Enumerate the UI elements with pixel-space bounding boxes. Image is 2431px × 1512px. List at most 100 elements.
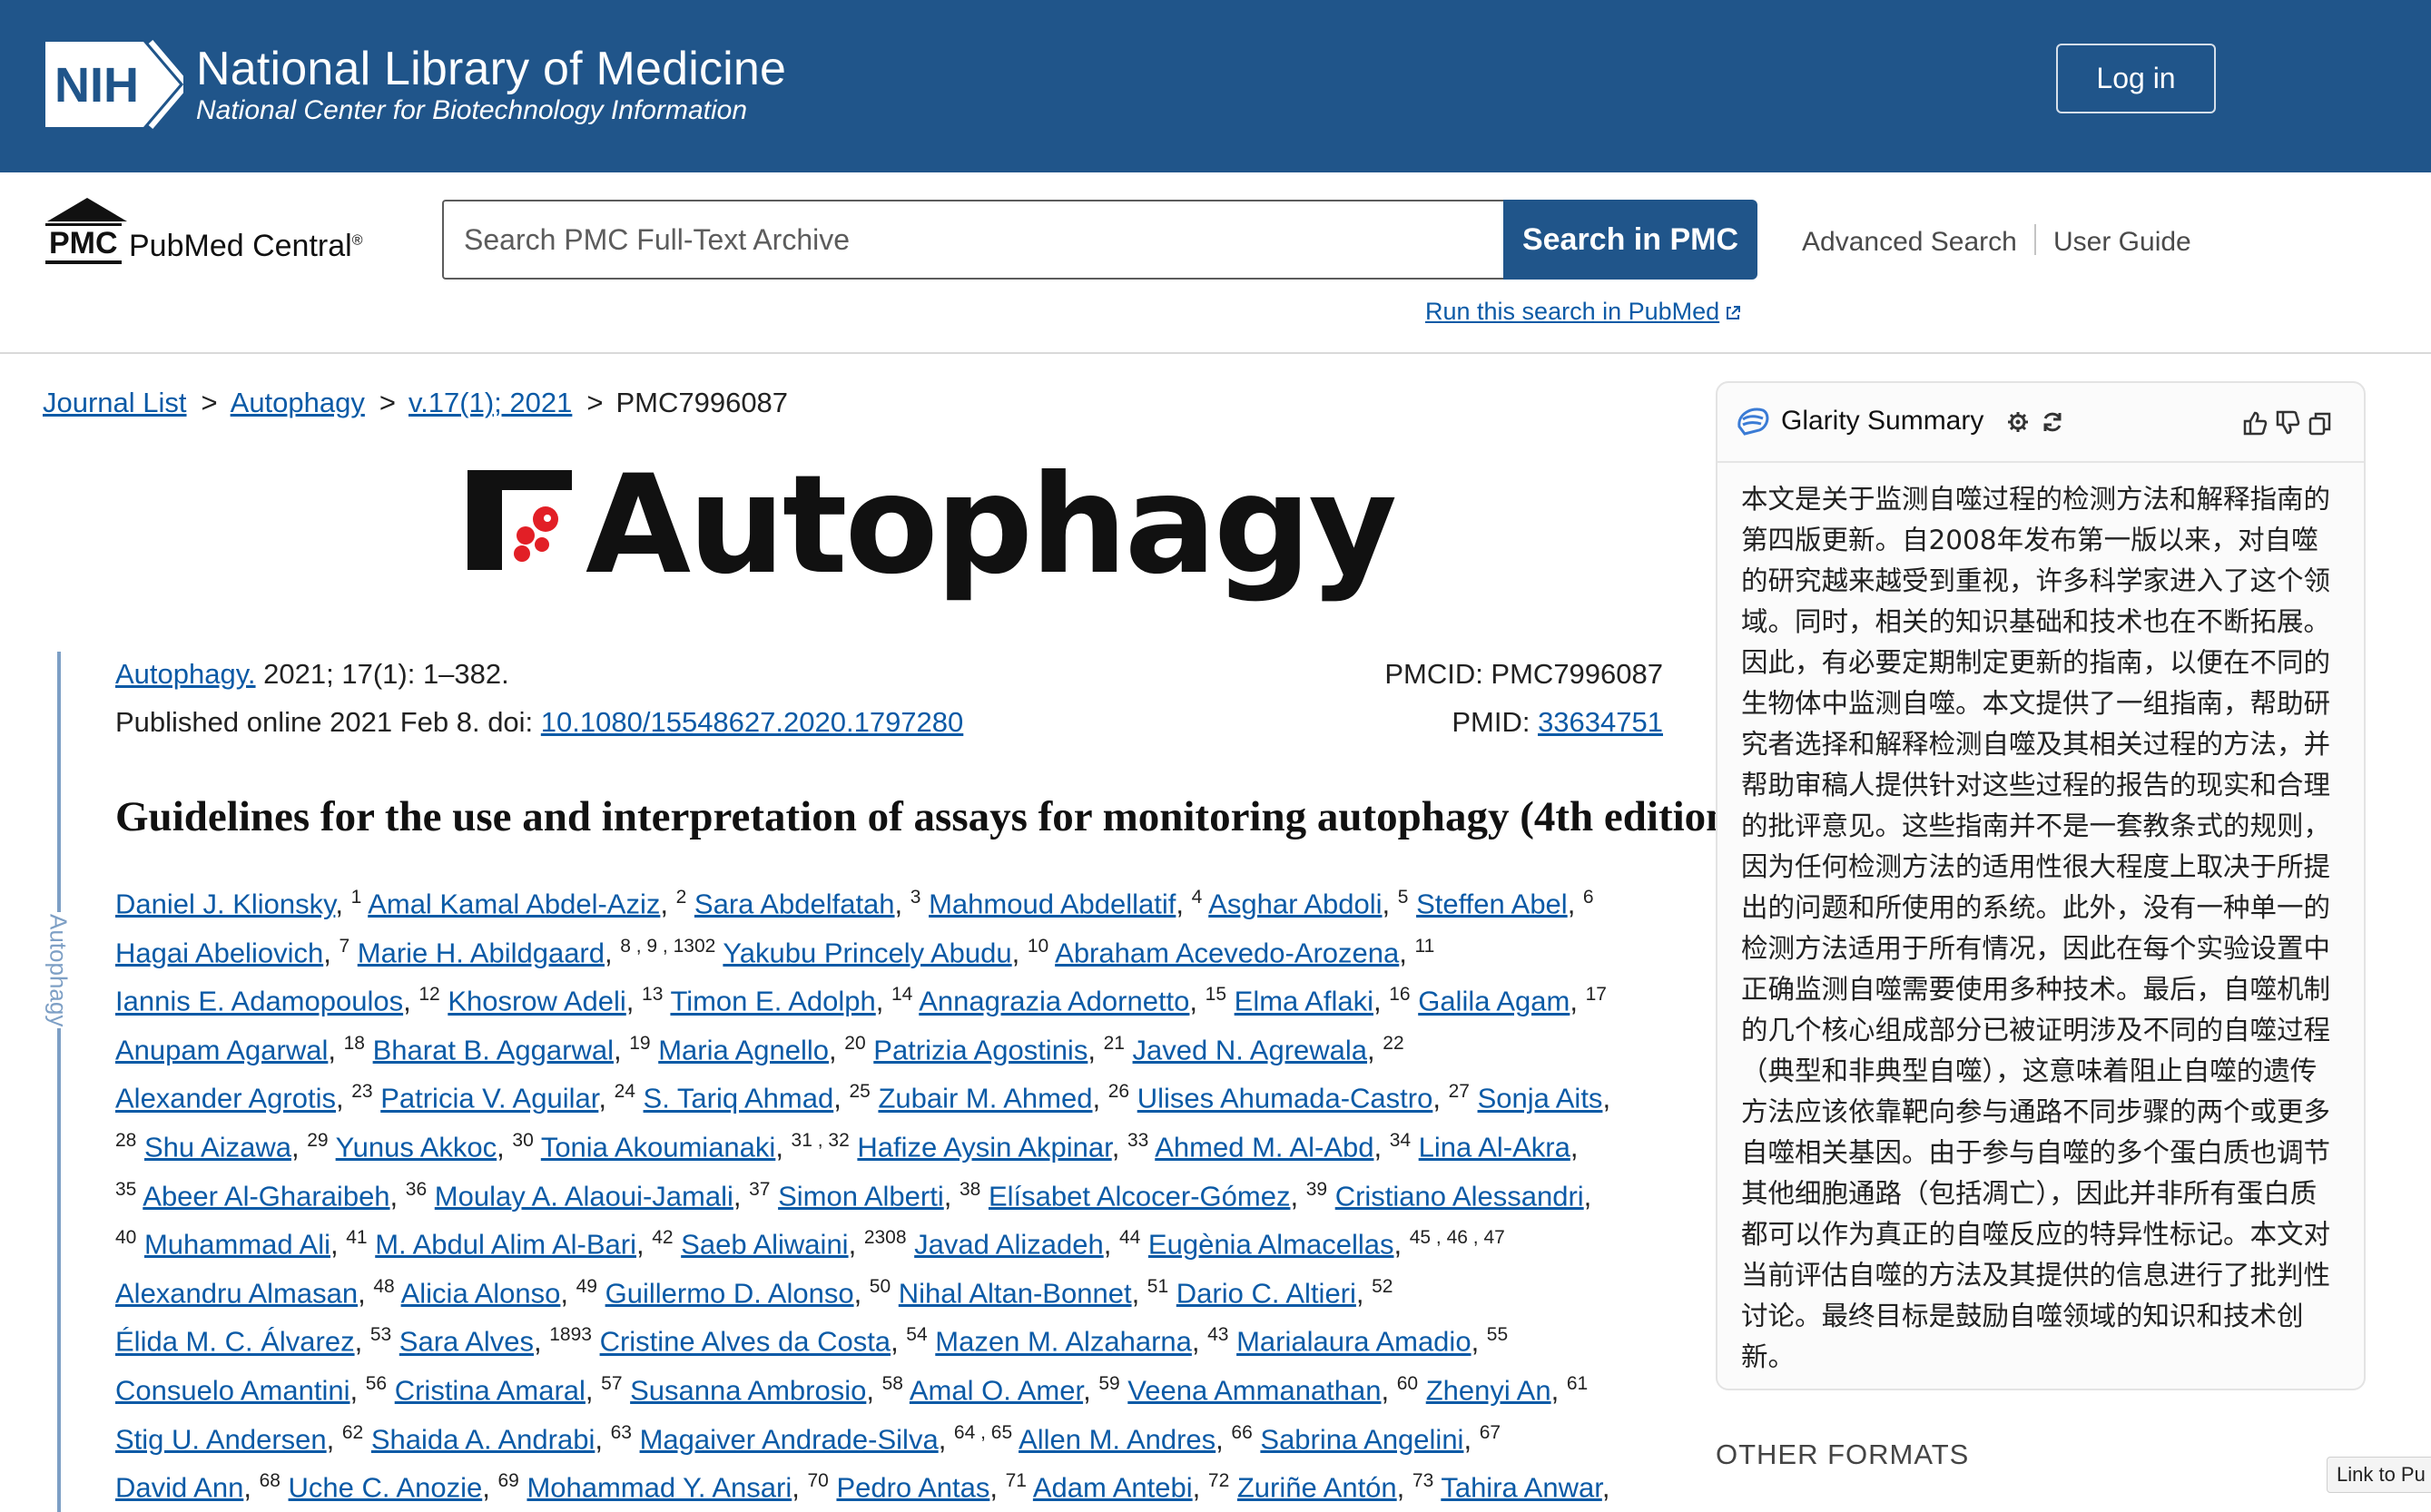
copy-icon[interactable] — [2308, 410, 2333, 436]
author-affiliation-ref[interactable]: 20 — [844, 1033, 865, 1054]
author-link[interactable]: Abraham Acevedo-Arozena — [1055, 937, 1399, 968]
refresh-icon[interactable] — [2041, 410, 2064, 434]
breadcrumb-autophagy[interactable]: Autophagy — [231, 387, 365, 418]
author-affiliation-ref[interactable]: 6 — [1583, 887, 1594, 908]
author-link[interactable]: Élida M. C. Álvarez — [115, 1326, 355, 1358]
author-affiliation-ref[interactable]: 49 — [576, 1276, 597, 1297]
author-link[interactable]: Patrizia Agostinis — [873, 1034, 1088, 1065]
author-link[interactable]: Alexander Agrotis — [115, 1083, 336, 1114]
author-link[interactable]: Pedro Antas — [836, 1471, 989, 1503]
author-link[interactable]: Annagrazia Adornetto — [919, 986, 1189, 1017]
author-link[interactable]: Ulises Ahumada-Castro — [1137, 1083, 1433, 1114]
author-link[interactable]: Dario C. Altieri — [1176, 1277, 1356, 1309]
author-link[interactable]: Lina Al-Akra — [1419, 1131, 1570, 1163]
author-link[interactable]: Elma Aflaki — [1235, 986, 1373, 1017]
author-link[interactable]: Marialaura Amadio — [1236, 1326, 1471, 1358]
author-affiliation-ref[interactable]: 39 — [1306, 1179, 1327, 1200]
advanced-search-link[interactable]: Advanced Search — [1802, 227, 2017, 258]
author-link[interactable]: Alicia Alonso — [401, 1277, 561, 1309]
author-affiliation-ref[interactable]: 2308 — [864, 1227, 907, 1248]
author-affiliation-ref[interactable]: 61 — [1567, 1373, 1588, 1394]
author-link[interactable]: Timon E. Adolph — [670, 986, 875, 1017]
author-affiliation-ref[interactable]: 35 — [115, 1179, 136, 1200]
author-affiliation-ref[interactable]: 27 — [1449, 1081, 1470, 1102]
author-link[interactable]: Mazen M. Alzaharna — [935, 1326, 1192, 1358]
author-link[interactable]: Tahira Anwar — [1441, 1471, 1602, 1503]
author-link[interactable]: Galila Agam — [1418, 986, 1570, 1017]
author-affiliation-ref[interactable]: 45 , 46 , 47 — [1410, 1227, 1505, 1248]
author-affiliation-ref[interactable]: 66 — [1231, 1422, 1252, 1443]
author-link[interactable]: Susanna Ambrosio — [630, 1374, 866, 1406]
author-link[interactable]: Elísabet Alcocer-Gómez — [989, 1180, 1291, 1212]
author-affiliation-ref[interactable]: 12 — [418, 984, 439, 1005]
author-affiliation-ref[interactable]: 48 — [373, 1276, 394, 1297]
author-link[interactable]: Hagai Abeliovich — [115, 937, 323, 968]
author-affiliation-ref[interactable]: 71 — [1006, 1470, 1027, 1491]
author-affiliation-ref[interactable]: 50 — [870, 1276, 891, 1297]
author-link[interactable]: Amal Kamal Abdel-Aziz — [368, 888, 660, 919]
author-link[interactable]: Anupam Agarwal — [115, 1034, 328, 1065]
author-affiliation-ref[interactable]: 18 — [344, 1033, 365, 1054]
author-affiliation-ref[interactable]: 24 — [615, 1081, 635, 1102]
author-link[interactable]: Yakubu Princely Abudu — [723, 937, 1011, 968]
author-link[interactable]: Eugènia Almacellas — [1148, 1228, 1394, 1260]
author-affiliation-ref[interactable]: 38 — [960, 1179, 980, 1200]
author-affiliation-ref[interactable]: 15 — [1206, 984, 1226, 1005]
author-link[interactable]: Stig U. Andersen — [115, 1423, 327, 1455]
author-affiliation-ref[interactable]: 1 — [351, 887, 362, 908]
author-link[interactable]: Sonja Aits — [1478, 1083, 1603, 1114]
nlm-title[interactable]: National Library of Medicine — [196, 42, 786, 96]
gear-icon[interactable] — [2006, 410, 2030, 434]
author-affiliation-ref[interactable]: 51 — [1147, 1276, 1168, 1297]
author-link[interactable]: Sara Abdelfatah — [694, 888, 895, 919]
author-affiliation-ref[interactable]: 4 — [1192, 887, 1203, 908]
run-in-pubmed-link[interactable]: Run this search in PubMed — [1425, 298, 1741, 326]
author-affiliation-ref[interactable]: 64 , 65 — [954, 1422, 1012, 1443]
author-affiliation-ref[interactable]: 54 — [906, 1324, 927, 1345]
author-affiliation-ref[interactable]: 34 — [1390, 1130, 1411, 1151]
author-link[interactable]: Shaida A. Andrabi — [371, 1423, 595, 1455]
author-affiliation-ref[interactable]: 8 , 9 , 1302 — [620, 936, 715, 957]
author-link[interactable]: Iannis E. Adamopoulos — [115, 986, 403, 1017]
search-input[interactable]: Search PMC Full-Text Archive — [442, 200, 1504, 280]
author-link[interactable]: Asghar Abdoli — [1208, 888, 1382, 919]
breadcrumb-volume[interactable]: v.17(1); 2021 — [408, 387, 572, 418]
author-affiliation-ref[interactable]: 36 — [406, 1179, 427, 1200]
author-affiliation-ref[interactable]: 22 — [1383, 1033, 1403, 1054]
author-link[interactable]: Khosrow Adeli — [448, 986, 625, 1017]
author-link[interactable]: Zubair M. Ahmed — [878, 1083, 1092, 1114]
author-link[interactable]: Allen M. Andres — [1019, 1423, 1216, 1455]
author-affiliation-ref[interactable]: 70 — [807, 1470, 828, 1491]
author-link[interactable]: S. Tariq Ahmad — [644, 1083, 834, 1114]
breadcrumb-journal-list[interactable]: Journal List — [43, 387, 187, 418]
author-affiliation-ref[interactable]: 42 — [652, 1227, 673, 1248]
author-link[interactable]: M. Abdul Alim Al-Bari — [375, 1228, 636, 1260]
author-link[interactable]: Ahmed M. Al-Abd — [1155, 1131, 1373, 1163]
author-affiliation-ref[interactable]: 59 — [1098, 1373, 1119, 1394]
author-affiliation-ref[interactable]: 43 — [1207, 1324, 1228, 1345]
author-affiliation-ref[interactable]: 2 — [676, 887, 687, 908]
author-link[interactable]: Muhammad Ali — [144, 1228, 330, 1260]
author-link[interactable]: Zuriñe Antón — [1237, 1471, 1397, 1503]
author-affiliation-ref[interactable]: 16 — [1389, 984, 1410, 1005]
author-link[interactable]: Steffen Abel — [1416, 888, 1568, 919]
author-affiliation-ref[interactable]: 19 — [629, 1033, 650, 1054]
author-affiliation-ref[interactable]: 58 — [882, 1373, 903, 1394]
author-link[interactable]: Magaiver Andrade-Silva — [640, 1423, 939, 1455]
author-link[interactable]: Saeb Aliwaini — [681, 1228, 848, 1260]
author-link[interactable]: Abeer Al-Gharaibeh — [143, 1180, 389, 1212]
author-link[interactable]: Sabrina Angelini — [1260, 1423, 1463, 1455]
pmc-logo[interactable]: PMC PubMed Central® — [42, 196, 387, 264]
nih-logo[interactable]: NIH — [42, 38, 183, 131]
author-affiliation-ref[interactable]: 21 — [1104, 1033, 1125, 1054]
author-affiliation-ref[interactable]: 7 — [339, 936, 349, 957]
author-link[interactable]: Sara Alves — [399, 1326, 534, 1358]
author-affiliation-ref[interactable]: 55 — [1487, 1324, 1508, 1345]
author-link[interactable]: David Ann — [115, 1471, 243, 1503]
doi-link[interactable]: 10.1080/15548627.2020.1797280 — [541, 706, 963, 738]
author-affiliation-ref[interactable]: 62 — [342, 1422, 363, 1443]
author-affiliation-ref[interactable]: 60 — [1397, 1373, 1418, 1394]
author-affiliation-ref[interactable]: 73 — [1412, 1470, 1433, 1491]
author-link[interactable]: Amal O. Amer — [910, 1374, 1083, 1406]
author-affiliation-ref[interactable]: 67 — [1480, 1422, 1501, 1443]
